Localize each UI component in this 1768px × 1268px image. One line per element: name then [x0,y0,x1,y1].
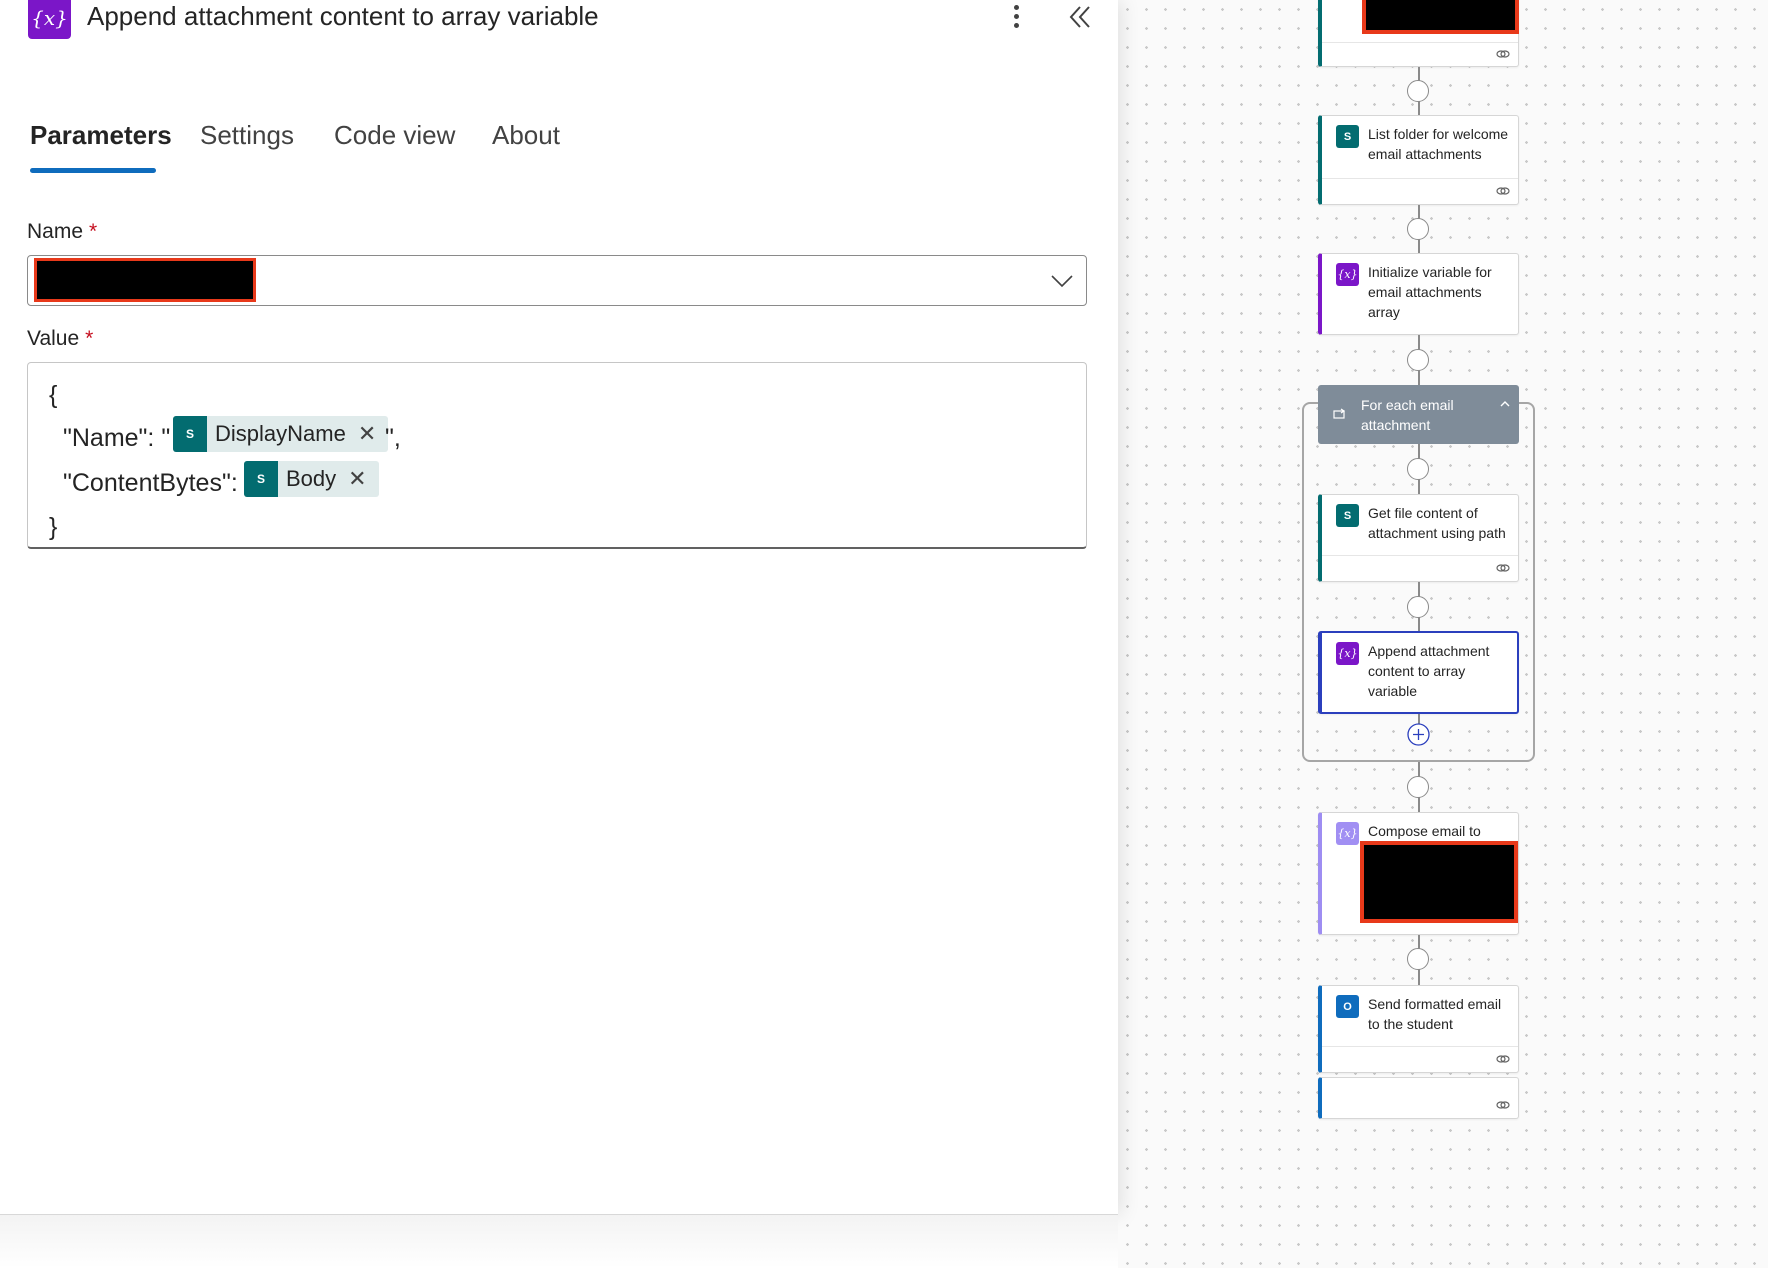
flow-card-title: List folder for welcome email attachment… [1368,126,1509,162]
loop-icon [1333,408,1346,419]
token-label: DisplayName [215,421,346,446]
flow-card-title: Compose email to [1368,823,1481,839]
card-divider [1322,555,1518,556]
token-label: Body [286,466,337,491]
panel-footer-shadow [0,1215,1118,1268]
link-icon [1496,187,1510,195]
required-mark: * [89,220,98,243]
collapse-panel-icon[interactable] [1066,4,1094,30]
tab-parameters[interactable]: Parameters [30,120,172,151]
dynamic-token-body[interactable]: S Body ✕ [244,461,379,497]
flow-card-send-email[interactable]: O Send formatted email to the student [1318,985,1519,1073]
flow-card-title: Initialize variable for email attachment… [1368,264,1492,320]
flow-card-initialize-variable[interactable]: {x} Initialize variable for email attach… [1318,253,1519,335]
flow-card-title: Append attachment content to array varia… [1368,643,1490,699]
link-icon [1496,1055,1510,1063]
card-divider [1322,42,1518,43]
add-step-icon[interactable] [1407,723,1430,746]
remove-token-icon[interactable]: ✕ [358,421,376,447]
code-name-suffix: ", [385,424,401,452]
value-field-label: Value * [27,327,94,350]
link-icon [1496,1101,1510,1109]
code-close-brace: } [49,513,58,541]
flow-card-title: For each email attachment [1361,397,1454,433]
flow-card-for-each[interactable]: For each email attachment [1318,385,1519,444]
flow-card-list-folder[interactable]: S List folder for welcome email attachme… [1318,115,1519,205]
code-content-key: "ContentBytes": [63,469,238,497]
variable-icon: {x} [1336,642,1359,665]
insert-step-node[interactable] [1407,948,1429,970]
value-expression-editor[interactable]: { "Name": " S DisplayName ✕ ", "ContentB… [27,362,1087,549]
code-name-key: "Name": " [63,424,171,452]
flow-card-partial-bottom[interactable] [1318,1077,1519,1119]
redacted-block [1362,0,1519,34]
redacted-value [34,258,256,302]
card-divider [1322,178,1518,179]
tab-code-view[interactable]: Code view [334,120,455,151]
flow-card-compose-email[interactable]: {x} Compose email to [1318,812,1519,935]
required-mark: * [85,327,94,350]
sharepoint-icon: S [244,461,278,497]
name-dropdown[interactable] [27,255,1087,306]
sharepoint-icon: S [1336,125,1359,148]
name-field-label: Name * [27,220,98,243]
tab-about[interactable]: About [492,120,560,151]
link-icon [1496,564,1510,572]
flow-card-redacted-top[interactable] [1318,0,1519,67]
flow-card-get-file-content[interactable]: S Get file content of attachment using p… [1318,494,1519,582]
card-divider [1322,1046,1518,1047]
sharepoint-icon: S [173,416,207,452]
sharepoint-icon: S [1336,504,1359,527]
insert-step-node[interactable] [1407,349,1429,371]
active-tab-indicator [30,168,156,173]
action-details-panel: {x} Append attachment content to array v… [0,0,1118,1215]
insert-step-node[interactable] [1407,776,1429,798]
outlook-icon: O [1336,995,1359,1018]
flow-card-append-attachment[interactable]: {x} Append attachment content to array v… [1318,631,1519,714]
compose-icon: {x} [1336,822,1359,845]
insert-step-node[interactable] [1407,596,1429,618]
insert-step-node[interactable] [1407,80,1429,102]
flow-card-title: Send formatted email to the student [1368,996,1502,1032]
chevron-down-icon [1051,275,1073,288]
insert-step-node[interactable] [1407,458,1429,480]
more-options-button[interactable] [1002,2,1030,32]
insert-step-node[interactable] [1407,218,1429,240]
panel-title[interactable]: Append attachment content to array varia… [87,1,599,32]
variable-icon: {x} [28,0,71,39]
redacted-block [1360,841,1518,923]
variable-icon: {x} [1336,263,1359,286]
remove-token-icon[interactable]: ✕ [348,466,366,492]
dynamic-token-displayname[interactable]: S DisplayName ✕ [173,416,389,452]
chevron-up-icon[interactable] [1499,399,1511,409]
link-icon [1496,50,1510,58]
tab-settings[interactable]: Settings [200,120,294,151]
flow-card-title: Get file content of attachment using pat… [1368,505,1506,541]
code-open-brace: { [49,381,58,409]
